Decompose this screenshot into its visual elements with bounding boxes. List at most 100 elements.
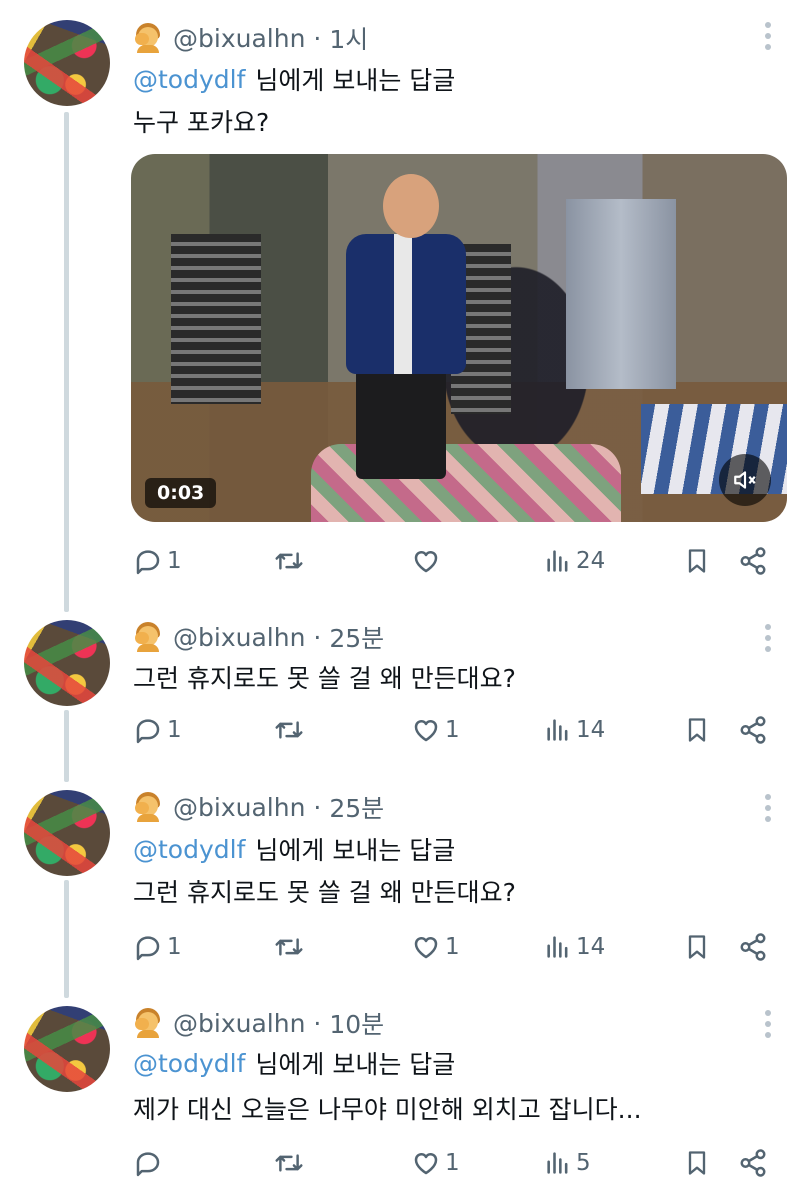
tweet-time[interactable]: 10분 [329,1005,384,1041]
tweet[interactable]: @bixualhn · 25분 그런 휴지로도 못 쓸 걸 왜 만든대요? 1 … [0,610,811,780]
user-handle[interactable]: @bixualhn [173,1009,305,1038]
like-count: 1 [445,1150,460,1176]
share-button[interactable] [738,541,768,581]
mute-button[interactable] [719,454,771,506]
reply-mention-link[interactable]: @todydlf [133,1049,245,1078]
reply-icon [136,1152,160,1177]
separator-dot: · [313,792,322,822]
tweet[interactable]: @bixualhn · 25분 @todydlf 님에게 보내는 답글 그런 휴… [0,780,811,998]
video-frame-person [356,369,446,479]
tweet-text: 제가 대신 오늘은 나무야 미안해 외치고 잡니다... [133,1095,642,1124]
like-icon [414,551,438,573]
like-button[interactable]: 1 [411,1143,460,1183]
tweet-text: 누구 포카요? [133,108,270,137]
facepalm-emoji-icon [133,622,163,652]
reply-suffix: 님에게 보내는 답글 [255,836,456,865]
video-player[interactable]: 0:03 [131,154,787,522]
reply-mention-link[interactable]: @todydlf [133,835,245,864]
retweet-icon [275,721,303,739]
like-button[interactable] [411,541,445,581]
more-icon[interactable] [765,624,771,652]
retweet-button[interactable] [273,1143,305,1183]
video-frame-shelf [171,234,261,404]
like-button[interactable]: 1 [411,927,460,967]
video-timestamp: 0:03 [145,478,217,508]
reply-to-line: @todydlf 님에게 보내는 답글 [133,1046,455,1080]
views-button[interactable]: 5 [544,1143,591,1183]
share-button[interactable] [738,927,768,967]
action-bar: 1 1 14 [133,710,773,750]
action-bar: 1 5 [133,1143,773,1183]
reply-button[interactable] [133,1143,167,1183]
tweet-text: 그런 휴지로도 못 쓸 걸 왜 만든대요? [133,878,516,907]
share-button[interactable] [738,710,768,750]
like-icon [414,1153,438,1175]
reply-icon [136,550,160,575]
bookmark-button[interactable] [683,1143,711,1183]
tweet-text: 그런 휴지로도 못 쓸 걸 왜 만든대요? [133,664,516,693]
views-button[interactable]: 14 [544,710,605,750]
tweet-time[interactable]: 25분 [329,789,384,825]
reply-button[interactable]: 1 [133,710,182,750]
retweet-icon [275,938,303,956]
share-icon [740,933,766,961]
facepalm-emoji-icon [133,792,163,822]
retweet-button[interactable] [273,927,305,967]
separator-dot: · [313,1008,322,1038]
views-icon [547,1152,568,1174]
more-icon[interactable] [765,794,771,822]
reply-to-line: @todydlf 님에게 보내는 답글 [133,62,455,96]
retweet-icon [275,552,303,570]
retweet-icon [275,1154,303,1172]
tweet-header: @bixualhn · 25분 [133,620,384,654]
bookmark-button[interactable] [683,710,711,750]
bookmark-button[interactable] [683,541,711,581]
reply-mention-link[interactable]: @todydlf [133,65,245,94]
reply-count: 1 [167,934,182,960]
reply-suffix: 님에게 보내는 답글 [255,66,456,95]
avatar[interactable] [24,620,110,706]
bookmark-icon [688,718,706,742]
reply-icon [136,719,160,744]
view-count: 14 [576,717,606,743]
action-bar: 1 24 [133,541,773,581]
tweet[interactable]: @bixualhn · 1시 @todydlf 님에게 보내는 답글 누구 포카… [0,0,811,610]
views-icon [547,936,568,958]
avatar[interactable] [24,790,110,876]
avatar[interactable] [24,1006,110,1092]
like-icon [414,720,438,742]
more-icon[interactable] [765,1010,771,1038]
video-frame-person [383,174,439,238]
bookmark-icon [688,1151,706,1175]
share-button[interactable] [738,1143,768,1183]
like-count: 1 [445,934,460,960]
user-handle[interactable]: @bixualhn [173,793,305,822]
avatar[interactable] [24,20,110,106]
user-handle[interactable]: @bixualhn [173,24,305,53]
reply-count: 1 [167,548,182,574]
share-icon [740,1149,766,1177]
views-button[interactable]: 24 [544,541,605,581]
views-icon [547,719,568,741]
views-icon [547,550,568,572]
view-count: 14 [576,934,606,960]
retweet-button[interactable] [273,541,305,581]
tweet-time[interactable]: 1시 [329,20,368,56]
more-icon[interactable] [765,22,771,50]
share-icon [740,547,766,575]
reply-button[interactable]: 1 [133,927,182,967]
action-bar: 1 1 14 [133,927,773,967]
tweet-header: @bixualhn · 25분 [133,790,384,824]
tweet-header: @bixualhn · 10분 [133,1006,384,1040]
reply-button[interactable]: 1 [133,541,182,581]
tweet-time[interactable]: 25분 [329,619,384,655]
like-icon [414,937,438,959]
share-icon [740,716,766,744]
views-button[interactable]: 14 [544,927,605,967]
bookmark-button[interactable] [683,927,711,967]
tweet[interactable]: @bixualhn · 10분 @todydlf 님에게 보내는 답글 제가 대… [0,998,811,1199]
reply-suffix: 님에게 보내는 답글 [255,1050,456,1079]
like-button[interactable]: 1 [411,710,460,750]
retweet-button[interactable] [273,710,305,750]
user-handle[interactable]: @bixualhn [173,623,305,652]
